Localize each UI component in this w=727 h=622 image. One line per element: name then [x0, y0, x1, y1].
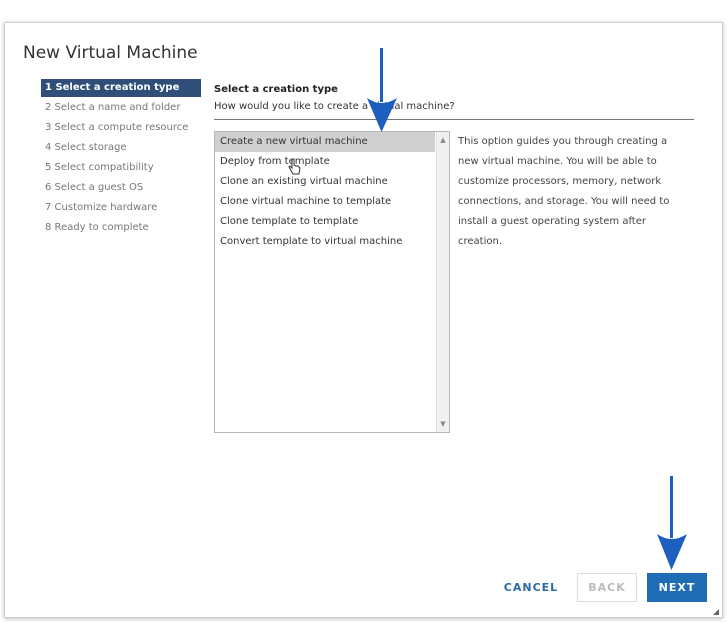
option-convert-template-to-vm[interactable]: Convert template to virtual machine: [215, 232, 435, 252]
creation-type-description: This option guides you through creating …: [458, 136, 670, 247]
creation-type-listbox[interactable]: Create a new virtual machine Deploy from…: [214, 131, 450, 433]
down-arrow-annotation-icon: [657, 476, 687, 570]
triangle-up-icon[interactable]: ▲: [437, 134, 449, 146]
hand-pointer-icon: [288, 158, 301, 175]
option-create-new-vm[interactable]: Create a new virtual machine: [215, 132, 435, 152]
wizard-step-3: 3 Select a compute resource: [45, 122, 189, 133]
section-title: Select a creation type: [214, 84, 338, 95]
option-clone-existing-vm[interactable]: Clone an existing virtual machine: [215, 172, 435, 192]
resize-grip-icon[interactable]: [713, 609, 719, 615]
listbox-scrollbar[interactable]: ▲ ▼: [436, 132, 449, 432]
wizard-steps: 1 Select a creation type 2 Select a name…: [41, 79, 201, 239]
triangle-down-icon[interactable]: ▼: [437, 418, 449, 430]
next-button[interactable]: NEXT: [647, 573, 707, 602]
wizard-step-4: 4 Select storage: [45, 142, 127, 153]
option-clone-vm-to-template[interactable]: Clone virtual machine to template: [215, 192, 435, 212]
wizard-step-5: 5 Select compatibility: [45, 162, 154, 173]
section-question: How would you like to create a virtual m…: [214, 101, 455, 112]
option-clone-template-to-template[interactable]: Clone template to template: [215, 212, 435, 232]
section-divider: [214, 119, 694, 120]
wizard-step-8: 8 Ready to complete: [45, 222, 149, 233]
wizard-step-7: 7 Customize hardware: [45, 202, 158, 213]
back-button[interactable]: BACK: [577, 573, 637, 602]
wizard-step-1[interactable]: 1 Select a creation type: [41, 79, 201, 97]
wizard-step-6: 6 Select a guest OS: [45, 182, 144, 193]
dialog-title: New Virtual Machine: [23, 43, 198, 63]
option-deploy-from-template[interactable]: Deploy from template: [215, 152, 435, 172]
cancel-button[interactable]: CANCEL: [497, 573, 565, 602]
wizard-step-2: 2 Select a name and folder: [45, 102, 181, 113]
down-arrow-annotation-icon: [367, 48, 397, 132]
